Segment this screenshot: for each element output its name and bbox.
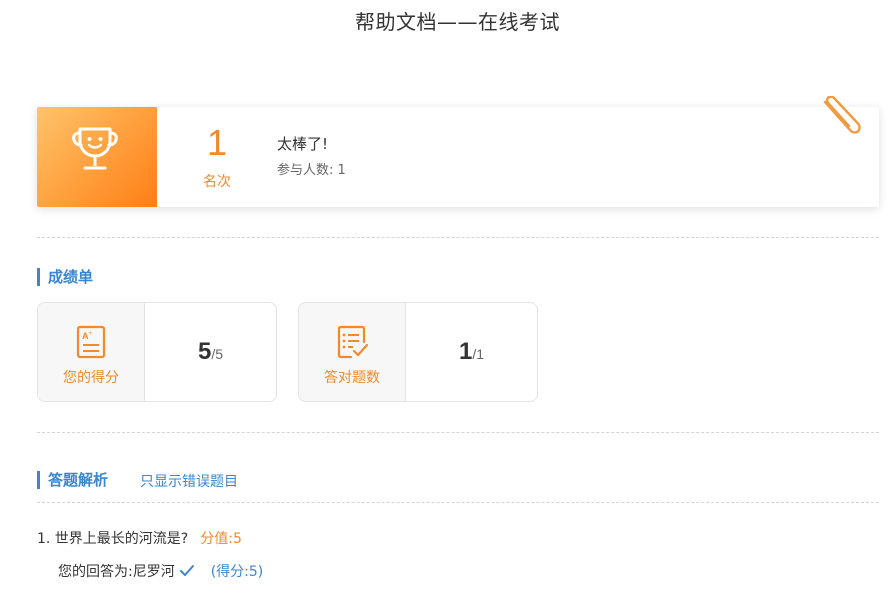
participants-count: 参与人数: 1 xyxy=(277,159,346,178)
divider-middle xyxy=(37,432,879,433)
trophy-panel xyxy=(37,107,157,207)
paperclip-icon xyxy=(823,96,861,134)
checkmark-icon xyxy=(179,565,194,576)
rank-card: 1 名次 太棒了! 参与人数: 1 xyxy=(37,107,879,207)
show-wrong-only-link[interactable]: 只显示错误题目 xyxy=(140,471,238,491)
rank-number: 1 xyxy=(206,122,228,163)
question-points: 分值:5 xyxy=(200,531,242,547)
page-title: 帮助文档——在线考试 xyxy=(355,10,560,34)
divider-bottom xyxy=(37,502,879,503)
score-card-points: A + 您的得分 5/5 xyxy=(37,302,277,402)
score-value: 5 xyxy=(197,338,212,365)
scores-section-title: 成绩单 xyxy=(37,268,93,286)
participants-value: 1 xyxy=(337,163,346,178)
score-card-value: 5/5 xyxy=(145,303,276,401)
rank-headline: 太棒了! xyxy=(277,135,329,153)
svg-text:+: + xyxy=(89,331,93,337)
score-sheet-icon: A + xyxy=(76,325,106,359)
score-card-label: 您的得分 xyxy=(63,370,119,386)
analysis-section-title: 答题解析 xyxy=(37,471,108,489)
score-card-icon-side: A + 您的得分 xyxy=(38,303,145,401)
correct-total: /1 xyxy=(472,346,485,362)
score-card-label: 答对题数 xyxy=(324,370,380,386)
trophy-icon xyxy=(72,127,118,170)
score-card-correct: 答对题数 1/1 xyxy=(298,302,538,402)
divider-top xyxy=(37,237,879,238)
correct-value: 1 xyxy=(458,338,473,365)
answer-score: (得分:5) xyxy=(210,564,264,580)
question-text: 1. 世界上最长的河流是? xyxy=(37,531,189,547)
participants-label: 参与人数: xyxy=(277,163,334,178)
score-total: /5 xyxy=(211,346,224,362)
checklist-icon xyxy=(337,325,369,359)
score-card-icon-side: 答对题数 xyxy=(299,303,406,401)
answer-label: 您的回答为: xyxy=(58,564,133,580)
score-card-value: 1/1 xyxy=(406,303,537,401)
answer-row: 您的回答为:尼罗河 (得分:5) xyxy=(58,561,263,581)
question-item: 1. 世界上最长的河流是? 分值:5 xyxy=(37,528,242,548)
rank-label: 名次 xyxy=(203,174,231,190)
answer-value: 尼罗河 xyxy=(132,564,175,580)
